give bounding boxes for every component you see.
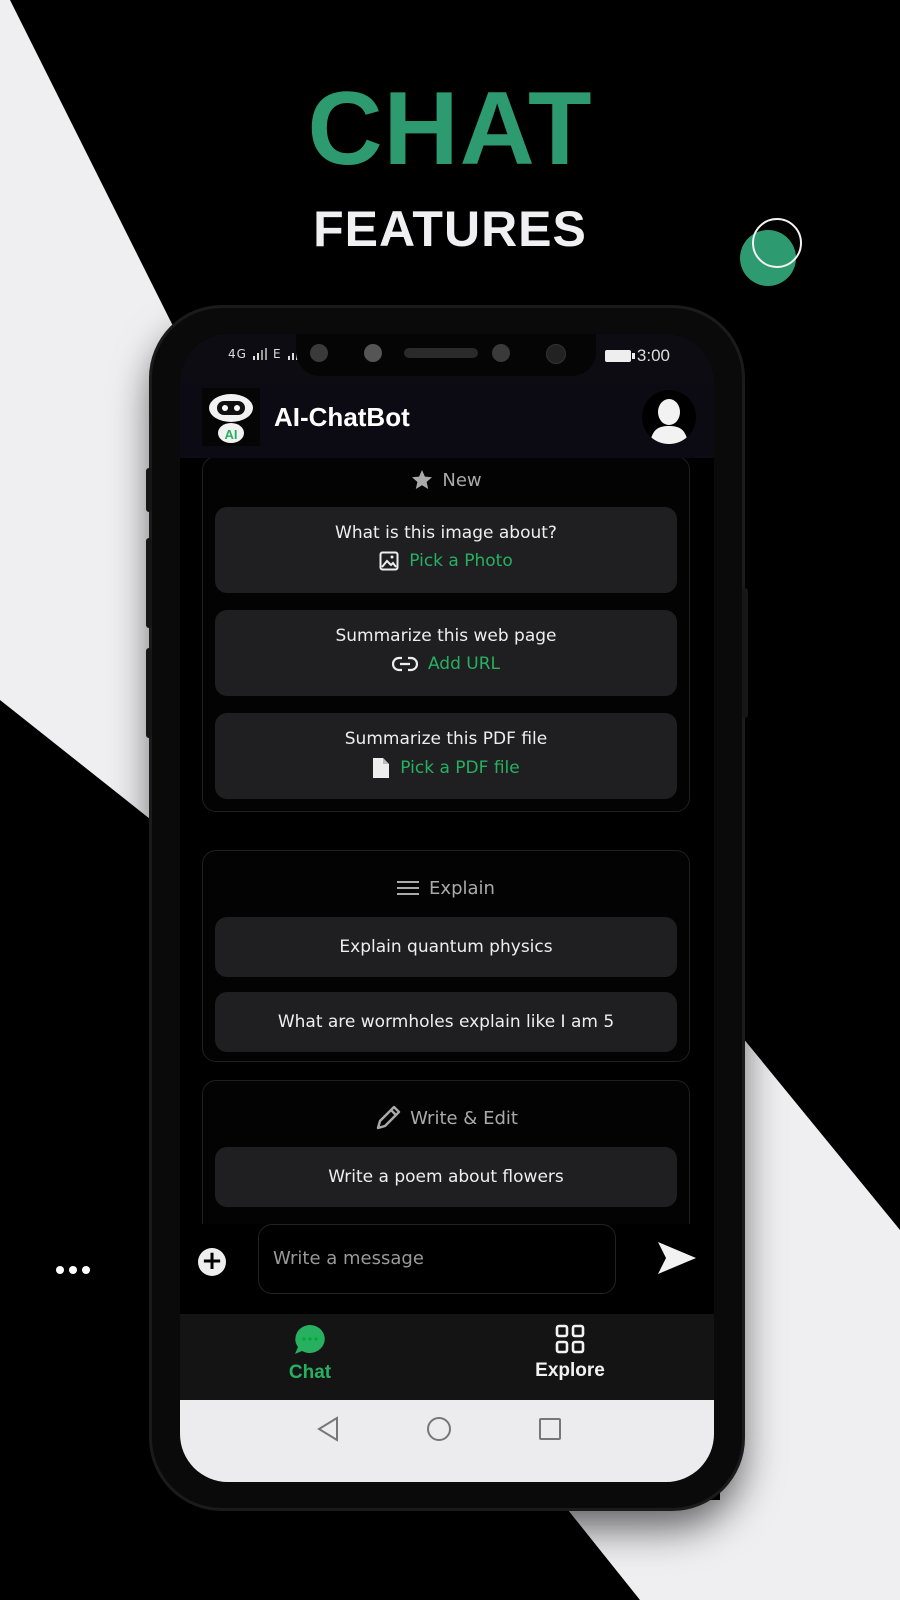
status-right: 3:00 (604, 346, 670, 366)
app-bar: AI AI-ChatBot (180, 384, 714, 458)
card-prompt: What are wormholes explain like I am 5 (277, 1012, 615, 1032)
card-prompt: Write a poem about flowers (328, 1167, 564, 1187)
sensor (310, 344, 328, 362)
image-icon (379, 551, 399, 571)
signal-label-2: E (272, 347, 282, 361)
section-header: New (203, 458, 689, 503)
sensor-3 (546, 344, 566, 364)
action-label: Add URL (427, 654, 501, 674)
earpiece-speaker (404, 348, 478, 358)
nav-tab-chat[interactable]: Chat (250, 1324, 370, 1384)
section-header: Write & Edit (203, 1081, 689, 1141)
suggestion-card[interactable]: What are wormholes explain like I am 5 (215, 992, 677, 1052)
card-action[interactable]: Pick a Photo (215, 551, 677, 571)
attach-plus-button[interactable]: + (198, 1248, 226, 1276)
suggestion-card[interactable]: Summarize this web page Add URL (215, 610, 677, 696)
recents-icon[interactable] (538, 1417, 562, 1441)
card-action[interactable]: Add URL (215, 654, 677, 674)
card-prompt: What is this image about? (335, 523, 557, 543)
pencil-icon (376, 1105, 401, 1130)
card-prompt: Summarize this web page (335, 626, 557, 646)
sensor-2 (492, 344, 510, 362)
send-button[interactable] (656, 1240, 698, 1276)
phone-screen: 4G E 3:00 AI AI-ChatBot New What is this… (180, 334, 714, 1482)
signal-icon (252, 348, 267, 360)
link-icon (391, 656, 418, 672)
phone-mockup: 4G E 3:00 AI AI-ChatBot New What is this… (146, 308, 748, 1508)
logo-text: AI (225, 427, 238, 442)
signal-label-1: 4G (228, 347, 247, 361)
menu-lines-icon (397, 881, 420, 895)
bottom-navigation: Chat Explore (180, 1314, 714, 1400)
message-composer: + Write a message (180, 1224, 714, 1322)
phone-power-button (742, 588, 748, 718)
nav-tab-explore[interactable]: Explore (510, 1324, 630, 1382)
file-icon (373, 758, 390, 778)
camera-notch (296, 334, 596, 376)
card-prompt: Explain quantum physics (339, 937, 553, 957)
battery-icon (604, 350, 635, 362)
home-icon[interactable] (426, 1416, 452, 1442)
card-prompt: Summarize this PDF file (344, 729, 548, 749)
front-camera (364, 344, 382, 362)
nav-label: Explore (535, 1360, 605, 1381)
profile-avatar[interactable] (642, 390, 696, 444)
nav-label: Chat (288, 1362, 332, 1383)
action-label: Pick a Photo (409, 551, 513, 571)
suggestion-card[interactable]: Write a poem about flowers (215, 1147, 677, 1207)
status-time: 3:00 (636, 346, 670, 365)
back-icon[interactable] (316, 1416, 340, 1442)
section-header: Explain (203, 851, 689, 911)
suggestion-card[interactable]: Summarize this PDF file Pick a PDF file (215, 713, 677, 799)
message-input[interactable]: Write a message (258, 1224, 616, 1294)
phone-volume-up (146, 538, 152, 628)
card-action[interactable]: Pick a PDF file (215, 757, 677, 779)
star-icon (412, 470, 433, 489)
user-silhouette-icon (650, 399, 688, 444)
suggestion-card[interactable]: What is this image about? Pick a Photo (215, 507, 677, 593)
suggestion-card[interactable]: Explain quantum physics (215, 917, 677, 977)
section-title: Write & Edit (410, 1107, 518, 1129)
chat-bubble-icon (295, 1325, 325, 1354)
phone-side-button (146, 468, 152, 512)
suggestions-list[interactable]: New What is this image about? Pick a Pho… (180, 458, 714, 1224)
section-new: New What is this image about? Pick a Pho… (202, 458, 690, 812)
phone-volume-down (146, 648, 152, 738)
section-write-edit: Write & Edit Write a poem about flowers (202, 1080, 690, 1224)
system-navigation-bar (180, 1400, 714, 1482)
robot-logo-icon: AI (202, 388, 260, 446)
section-title: New (442, 469, 482, 491)
decorative-ring (752, 218, 802, 268)
promo-headline: CHAT (307, 71, 593, 187)
status-bar: 4G E 3:00 (180, 334, 714, 384)
action-label: Pick a PDF file (400, 758, 520, 778)
grid-icon (555, 1324, 585, 1354)
section-title: Explain (429, 877, 495, 899)
more-dots-icon (56, 1266, 90, 1274)
section-explain: Explain Explain quantum physics What are… (202, 850, 690, 1062)
app-title: AI-ChatBot (274, 402, 410, 432)
